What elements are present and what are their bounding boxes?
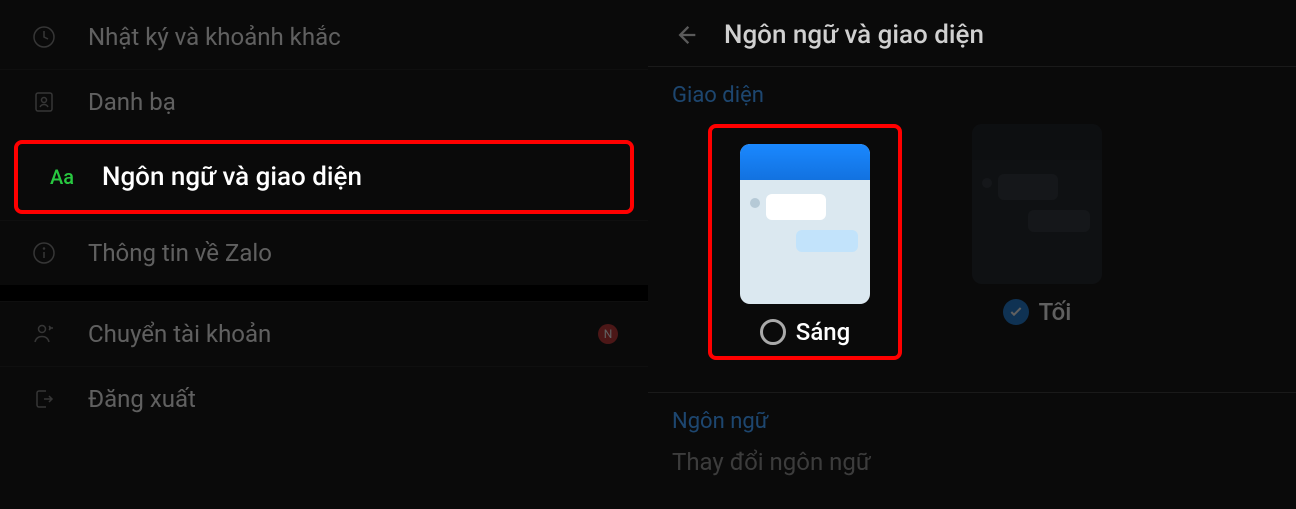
menu-item-label: Ngôn ngữ và giao diện xyxy=(102,162,362,192)
menu-item-journal[interactable]: Nhật ký và khoảnh khắc xyxy=(0,5,648,69)
clock-icon xyxy=(30,23,58,51)
dark-theme-preview xyxy=(972,124,1102,284)
radio-checked-icon xyxy=(1003,299,1029,325)
menu-item-contacts[interactable]: Danh bạ xyxy=(0,69,648,134)
aa-icon: Aa xyxy=(48,163,76,191)
panel-header: Ngôn ngữ và giao diện xyxy=(648,0,1296,67)
switch-account-icon xyxy=(30,320,58,348)
menu-item-label: Danh bạ xyxy=(88,88,618,116)
new-badge: N xyxy=(598,324,618,344)
language-interface-panel: Ngôn ngữ và giao diện Giao diện Sáng xyxy=(648,0,1296,509)
radio-unchecked-icon xyxy=(760,319,786,345)
radio-light[interactable]: Sáng xyxy=(760,318,850,346)
section-label-theme: Giao diện xyxy=(648,67,1296,114)
settings-menu-panel: Nhật ký và khoảnh khắc Danh bạ Aa Ngôn n… xyxy=(0,0,648,509)
menu-item-logout[interactable]: Đăng xuất xyxy=(0,366,648,431)
menu-item-language-interface[interactable]: Aa Ngôn ngữ và giao diện xyxy=(14,140,634,214)
menu-item-label: Nhật ký và khoảnh khắc xyxy=(88,23,618,51)
menu-item-label: Thông tin về Zalo xyxy=(88,239,618,267)
menu-item-switch-account[interactable]: Chuyển tài khoản N xyxy=(0,301,648,366)
light-theme-preview xyxy=(740,144,870,304)
radio-dark[interactable]: Tối xyxy=(1003,298,1072,326)
back-arrow-icon[interactable] xyxy=(672,21,700,49)
theme-options-row: Sáng Tối xyxy=(648,114,1296,380)
theme-option-light[interactable]: Sáng xyxy=(708,124,902,360)
theme-option-dark[interactable]: Tối xyxy=(972,124,1102,360)
info-icon xyxy=(30,239,58,267)
change-language-row[interactable]: Thay đổi ngôn ngữ xyxy=(648,440,1296,484)
section-label-language: Ngôn ngữ xyxy=(648,393,1296,440)
menu-item-label: Đăng xuất xyxy=(88,385,618,413)
menu-item-label: Chuyển tài khoản xyxy=(88,320,598,348)
contacts-icon xyxy=(30,88,58,116)
divider-gap xyxy=(0,285,648,301)
radio-label: Sáng xyxy=(796,318,850,346)
menu-item-about[interactable]: Thông tin về Zalo xyxy=(0,220,648,285)
panel-title: Ngôn ngữ và giao diện xyxy=(724,20,984,50)
logout-icon xyxy=(30,385,58,413)
radio-label: Tối xyxy=(1039,298,1072,326)
